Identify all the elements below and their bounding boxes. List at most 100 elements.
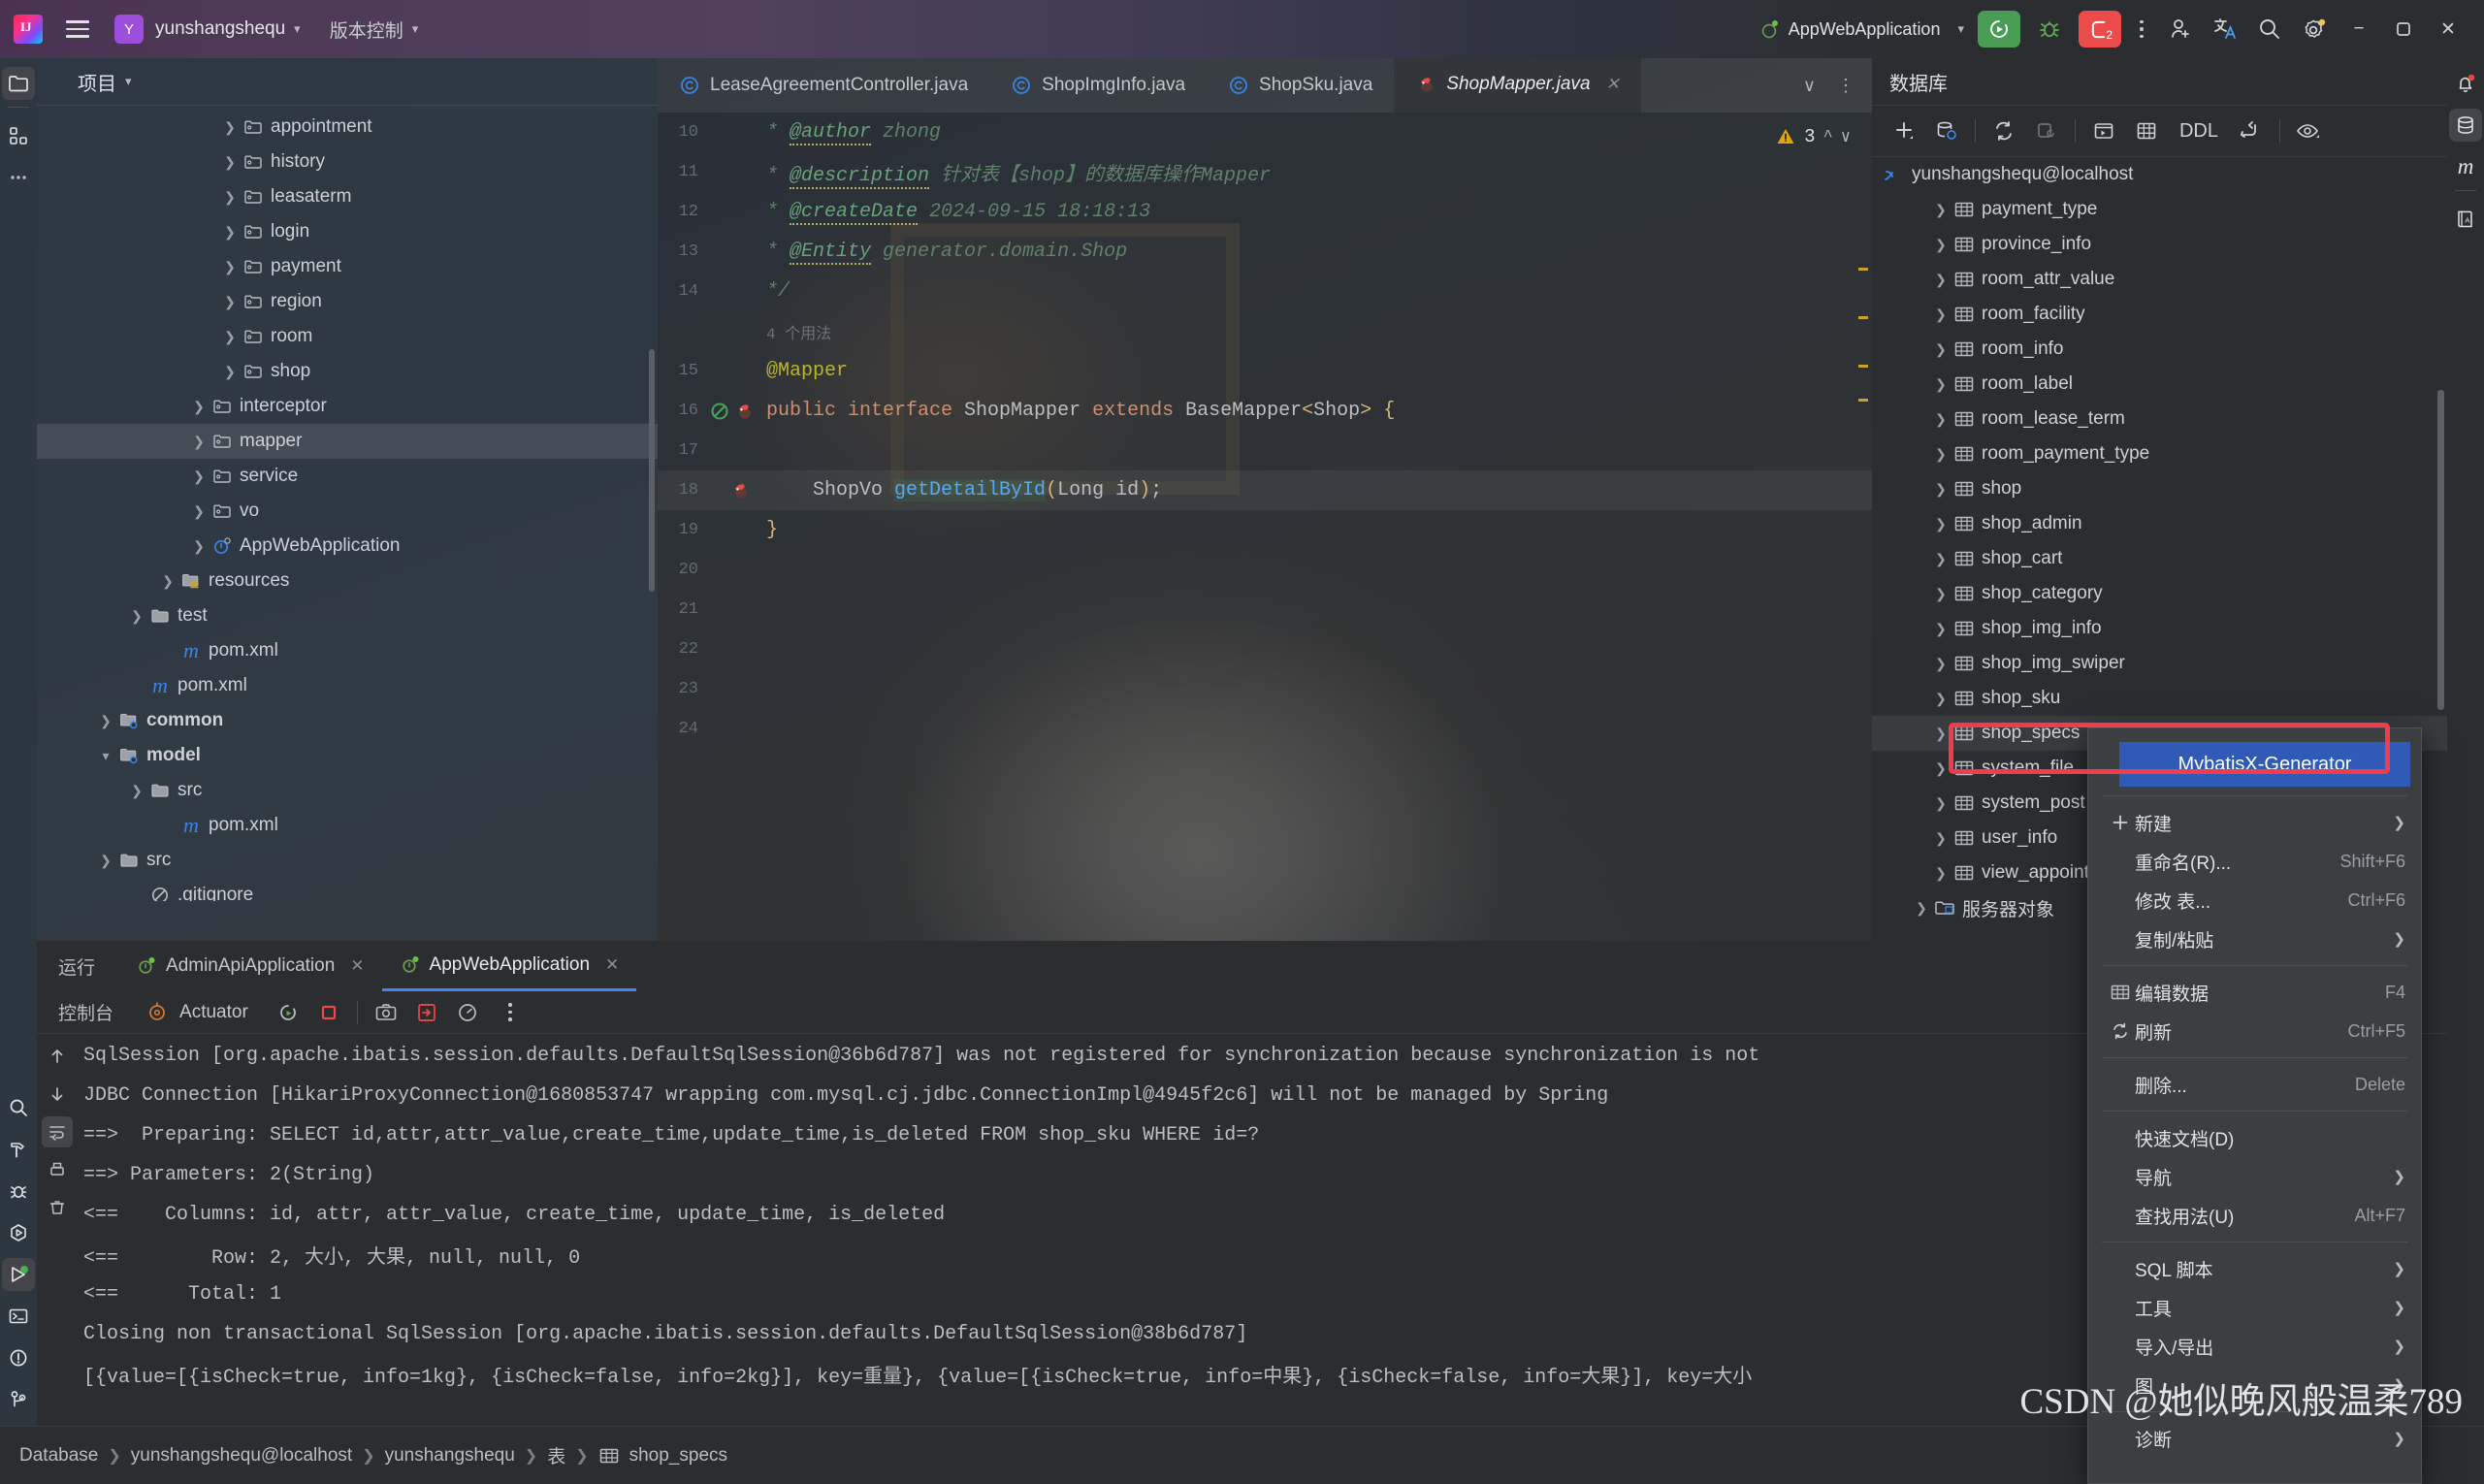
- rerun-icon[interactable]: [270, 995, 306, 1030]
- open-console-icon[interactable]: [2083, 112, 2124, 150]
- data-source-properties-icon[interactable]: [1926, 112, 1967, 150]
- gutter-icons[interactable]: [704, 401, 757, 422]
- code-line[interactable]: 10 * @author zhong: [658, 113, 1872, 152]
- database-icon[interactable]: [2449, 109, 2482, 142]
- breadcrumb-item[interactable]: yunshangshequ@localhost: [131, 1445, 352, 1467]
- database-table-row[interactable]: ❯ payment_type: [1872, 192, 2447, 227]
- context-menu-item[interactable]: 导航 ❯: [2088, 1157, 2421, 1196]
- chevron-right-icon[interactable]: ❯: [188, 434, 210, 450]
- more-options-icon[interactable]: ⋮: [1829, 76, 1862, 96]
- run-configuration-selector[interactable]: AppWebApplication ▾: [1760, 19, 1964, 40]
- settings-icon[interactable]: [2292, 10, 2337, 48]
- minimize-icon[interactable]: −: [2337, 10, 2381, 48]
- sidebar-item-run[interactable]: [2, 1258, 35, 1291]
- debug-button[interactable]: [2030, 11, 2069, 48]
- maximize-icon[interactable]: [2381, 10, 2426, 48]
- editor-tab[interactable]: ShopSku.java: [1207, 58, 1394, 113]
- project-tree-row[interactable]: ❯ region: [37, 284, 658, 319]
- code-line[interactable]: 20: [658, 550, 1872, 590]
- database-table-row[interactable]: ❯ shop_category: [1872, 576, 2447, 611]
- database-table-row[interactable]: ❯ room_label: [1872, 367, 2447, 402]
- project-tree-row[interactable]: ▾ model: [37, 738, 658, 773]
- maven-icon[interactable]: m: [2449, 150, 2482, 183]
- database-table-row[interactable]: ❯ room_lease_term: [1872, 402, 2447, 436]
- sidebar-item-more-tool-windows[interactable]: [2, 161, 35, 194]
- chevron-down-icon[interactable]: ▾: [95, 748, 116, 764]
- project-tree-row[interactable]: ❯ AppWebApplication: [37, 529, 658, 564]
- translate-icon[interactable]: [2203, 10, 2247, 48]
- chevron-right-icon[interactable]: ❯: [1930, 306, 1952, 323]
- close-connection-icon[interactable]: [2026, 112, 2067, 150]
- project-tree-row[interactable]: ❯ resources: [37, 564, 658, 598]
- chevron-right-icon[interactable]: ❯: [219, 364, 241, 380]
- close-icon[interactable]: ✕: [2426, 10, 2470, 48]
- breadcrumb-item[interactable]: Database: [19, 1445, 98, 1467]
- project-tree-row[interactable]: ❯.gitignore: [37, 878, 658, 901]
- chevron-right-icon[interactable]: ❯: [219, 294, 241, 310]
- code-line[interactable]: 24: [658, 709, 1872, 749]
- chevron-right-icon[interactable]: ❯: [219, 224, 241, 241]
- code-line[interactable]: 13 * @Entity generator.domain.Shop: [658, 232, 1872, 272]
- project-tree-row[interactable]: ❯ src: [37, 843, 658, 878]
- profiler-icon[interactable]: [449, 995, 486, 1030]
- chevron-right-icon[interactable]: ❯: [219, 189, 241, 206]
- soft-wrap-icon[interactable]: [42, 1116, 73, 1147]
- refresh-icon[interactable]: [1984, 112, 2024, 150]
- chevron-right-icon[interactable]: ❯: [1930, 830, 1952, 847]
- hamburger-menu-icon[interactable]: [58, 10, 97, 48]
- context-menu-item[interactable]: 快速文档(D): [2088, 1118, 2421, 1157]
- ddl-button[interactable]: DDL: [2169, 112, 2229, 150]
- breadcrumb[interactable]: Database ❯ yunshangshequ@localhost ❯ yunshan…: [19, 1442, 727, 1468]
- chevron-right-icon[interactable]: ❯: [1930, 586, 1952, 602]
- database-table-row[interactable]: ❯ shop: [1872, 471, 2447, 506]
- code-line[interactable]: 17: [658, 431, 1872, 470]
- context-menu-item[interactable]: 诊断 ❯: [2088, 1419, 2421, 1458]
- code-line[interactable]: 18 ShopVo getDetailById(Long id);: [658, 470, 1872, 510]
- clear-all-icon[interactable]: [42, 1192, 73, 1223]
- sidebar-item-structure[interactable]: [2, 119, 35, 152]
- database-table-row[interactable]: ❯ room_payment_type: [1872, 436, 2447, 471]
- project-tree-row[interactable]: ❯ service: [37, 459, 658, 494]
- chevron-right-icon[interactable]: ❯: [1930, 621, 1952, 637]
- export-icon[interactable]: [408, 995, 445, 1030]
- chevron-right-icon[interactable]: ❯: [1930, 795, 1952, 812]
- project-tree-row[interactable]: ❯ common: [37, 703, 658, 738]
- code-line[interactable]: 16 public interface ShopMapper extends Ba…: [658, 391, 1872, 431]
- chevron-right-icon[interactable]: ❯: [1930, 481, 1952, 498]
- chevron-right-icon[interactable]: ❯: [1930, 341, 1952, 358]
- project-tree-row[interactable]: ❯ src: [37, 773, 658, 808]
- context-menu-item[interactable]: 重命名(R)... Shift+F6: [2088, 842, 2421, 881]
- add-icon[interactable]: [1884, 112, 1924, 150]
- project-tree-row[interactable]: ❯mpom.xml: [37, 633, 658, 668]
- sidebar-item-search[interactable]: [2, 1091, 35, 1124]
- project-tree-row[interactable]: ❯ vo: [37, 494, 658, 529]
- chevron-right-icon[interactable]: ❯: [188, 538, 210, 555]
- previous-problem-icon[interactable]: ^: [1823, 128, 1833, 146]
- menu-item-mybatisx-generator[interactable]: MybatisX-Generator: [2119, 742, 2410, 787]
- translation-icon[interactable]: A: [2449, 203, 2482, 236]
- show-tab-list-icon[interactable]: ∨: [1795, 76, 1823, 96]
- search-icon[interactable]: [2247, 10, 2292, 48]
- project-tree[interactable]: ❯ appointment ❯ history ❯ leasaterm ❯ login ❯ pay…: [37, 106, 658, 901]
- project-tree-row[interactable]: ❯ login: [37, 214, 658, 249]
- database-context-menu[interactable]: 新建 ❯ 重命名(R)... Shift+F6 修改 表... Ctrl+F6 复制/粘贴 ❯…: [2087, 727, 2422, 1484]
- project-tree-row[interactable]: ❯ mapper: [37, 424, 658, 459]
- chevron-right-icon[interactable]: ❯: [188, 468, 210, 485]
- notifications-icon[interactable]: [2449, 67, 2482, 100]
- chevron-right-icon[interactable]: ❯: [1930, 691, 1952, 707]
- chevron-right-icon[interactable]: ❯: [1930, 656, 1952, 672]
- chevron-right-icon[interactable]: ❯: [95, 713, 116, 729]
- editor-tab[interactable]: ShopMapper.java ✕: [1394, 58, 1641, 113]
- next-problem-icon[interactable]: ∨: [1841, 127, 1851, 147]
- chevron-right-icon[interactable]: ❯: [1930, 760, 1952, 777]
- run-tab[interactable]: AppWebApplication ✕: [381, 941, 637, 991]
- chevron-right-icon[interactable]: ❯: [95, 853, 116, 869]
- project-tree-row[interactable]: ❯ payment: [37, 249, 658, 284]
- console-output[interactable]: SqlSession [org.apache.ibatis.session.de…: [37, 1034, 2447, 1420]
- run-button[interactable]: [1978, 11, 2020, 48]
- editor-tab[interactable]: LeaseAgreementController.java: [658, 58, 989, 113]
- breadcrumb-item[interactable]: yunshangshequ: [385, 1445, 515, 1467]
- chevron-right-icon[interactable]: ❯: [126, 608, 147, 625]
- database-table-row[interactable]: ❯ shop_img_info: [1872, 611, 2447, 646]
- code-line[interactable]: 14 */: [658, 272, 1872, 311]
